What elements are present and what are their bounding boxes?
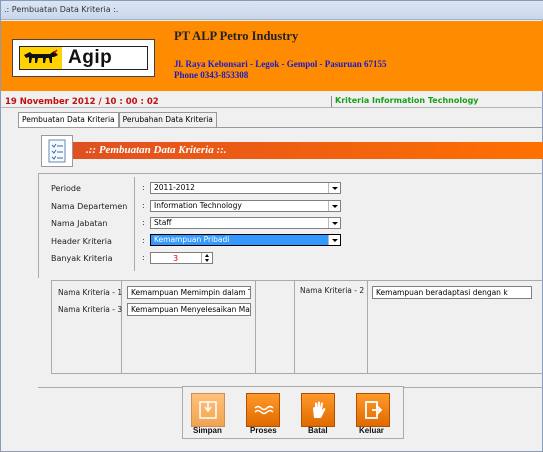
address-line: Jl. Raya Kebonsari - Legok - Gempol - Pa… (174, 59, 387, 69)
divider (1, 107, 543, 108)
chevron-down-icon[interactable] (328, 218, 340, 228)
save-disk-icon (199, 401, 217, 419)
kriteria-3-label: Nama Kriteria - 3 (58, 305, 123, 314)
process-wave-icon (254, 405, 274, 415)
agip-logo: Agip (12, 39, 155, 77)
kriteria-1-input[interactable]: Kemampuan Memimpin dalam Tea (127, 286, 251, 299)
tab-underline (18, 127, 543, 128)
batal-label[interactable]: Batal (308, 426, 328, 435)
departemen-select[interactable]: Information Technology (150, 200, 341, 212)
chevron-down-icon[interactable] (328, 235, 340, 245)
spin-buttons[interactable] (201, 253, 212, 263)
kriteria-1-label: Nama Kriteria - 1 (58, 288, 123, 297)
departemen-value: Information Technology (154, 201, 242, 210)
banyak-kriteria-stepper[interactable]: 3 (150, 252, 213, 264)
exit-arrow-icon (365, 401, 383, 419)
section-header: .:: Pembuatan Data Kriteria ::. (73, 142, 543, 159)
banyak-kriteria-label: Banyak Kriteria (51, 254, 113, 263)
jabatan-select[interactable]: Staff (150, 217, 341, 229)
departemen-label: Nama Departemen (51, 202, 128, 211)
application-window: .: Pembuatan Data Kriteria :. Agip PT AL… (0, 0, 543, 452)
hand-stop-icon (313, 401, 326, 418)
keluar-label[interactable]: Keluar (359, 426, 384, 435)
logo-text: Agip (68, 47, 113, 68)
list-document-icon (41, 135, 73, 167)
colon: : (142, 201, 145, 210)
department-info: Kriteria Information Technology (331, 96, 479, 107)
kriteria-2-input[interactable]: Kemampuan beradaptasi dengan k (372, 286, 532, 299)
chevron-down-icon[interactable] (328, 183, 340, 193)
jabatan-value: Staff (154, 218, 172, 227)
kriteria-2-label: Nama Kriteria - 2 (300, 286, 365, 295)
header-kriteria-label: Header Kriteria (51, 237, 112, 246)
header-kriteria-value: Kemampuan Pribadi (154, 235, 230, 244)
periode-label: Periode (51, 184, 81, 193)
proses-label[interactable]: Proses (250, 426, 277, 435)
section-title: .:: Pembuatan Data Kriteria ::. (86, 144, 227, 156)
batal-button[interactable] (301, 393, 335, 427)
chevron-down-icon[interactable] (328, 201, 340, 211)
colon: : (142, 183, 145, 192)
tab-perubahan[interactable]: Perubahan Data Kriteria (118, 112, 217, 127)
kriteria-separator (367, 281, 368, 373)
periode-select[interactable]: 2011-2012 (150, 182, 341, 194)
form-separator (134, 177, 135, 271)
window-title: .: Pembuatan Data Kriteria :. (4, 5, 119, 14)
datetime-display: 19 November 2012 / 10 : 00 : 02 (5, 97, 159, 107)
kriteria-separator (255, 281, 256, 373)
spin-up-icon[interactable] (205, 254, 209, 257)
spin-down-icon[interactable] (205, 259, 209, 262)
company-address: Jl. Raya Kebonsari - Legok - Gempol - Pa… (174, 59, 387, 81)
keluar-button[interactable] (356, 393, 390, 427)
company-name: PT ALP Petro Industry (174, 29, 299, 43)
proses-button[interactable] (246, 393, 280, 427)
title-bar: .: Pembuatan Data Kriteria :. (1, 1, 543, 20)
kriteria-separator (294, 281, 295, 373)
six-legged-dog-icon (20, 47, 62, 69)
tab-bar: Pembuatan Data Kriteria Perubahan Data K… (18, 112, 217, 127)
phone-line: Phone 0343-853308 (174, 70, 249, 80)
banyak-kriteria-value: 3 (173, 254, 179, 263)
kriteria-3-input[interactable]: Kemampuan Menyelesaikan Masa (127, 303, 251, 316)
company-banner: Agip PT ALP Petro Industry Jl. Raya Kebo… (1, 21, 543, 91)
jabatan-label: Nama Jabatan (51, 219, 108, 228)
simpan-label[interactable]: Simpan (193, 426, 222, 435)
simpan-button[interactable] (191, 393, 225, 427)
header-kriteria-select[interactable]: Kemampuan Pribadi (150, 234, 341, 246)
colon: : (142, 218, 145, 227)
periode-value: 2011-2012 (154, 183, 195, 192)
colon: : (142, 253, 145, 262)
colon: : (142, 236, 145, 245)
tab-pembuatan[interactable]: Pembuatan Data Kriteria (18, 112, 119, 127)
